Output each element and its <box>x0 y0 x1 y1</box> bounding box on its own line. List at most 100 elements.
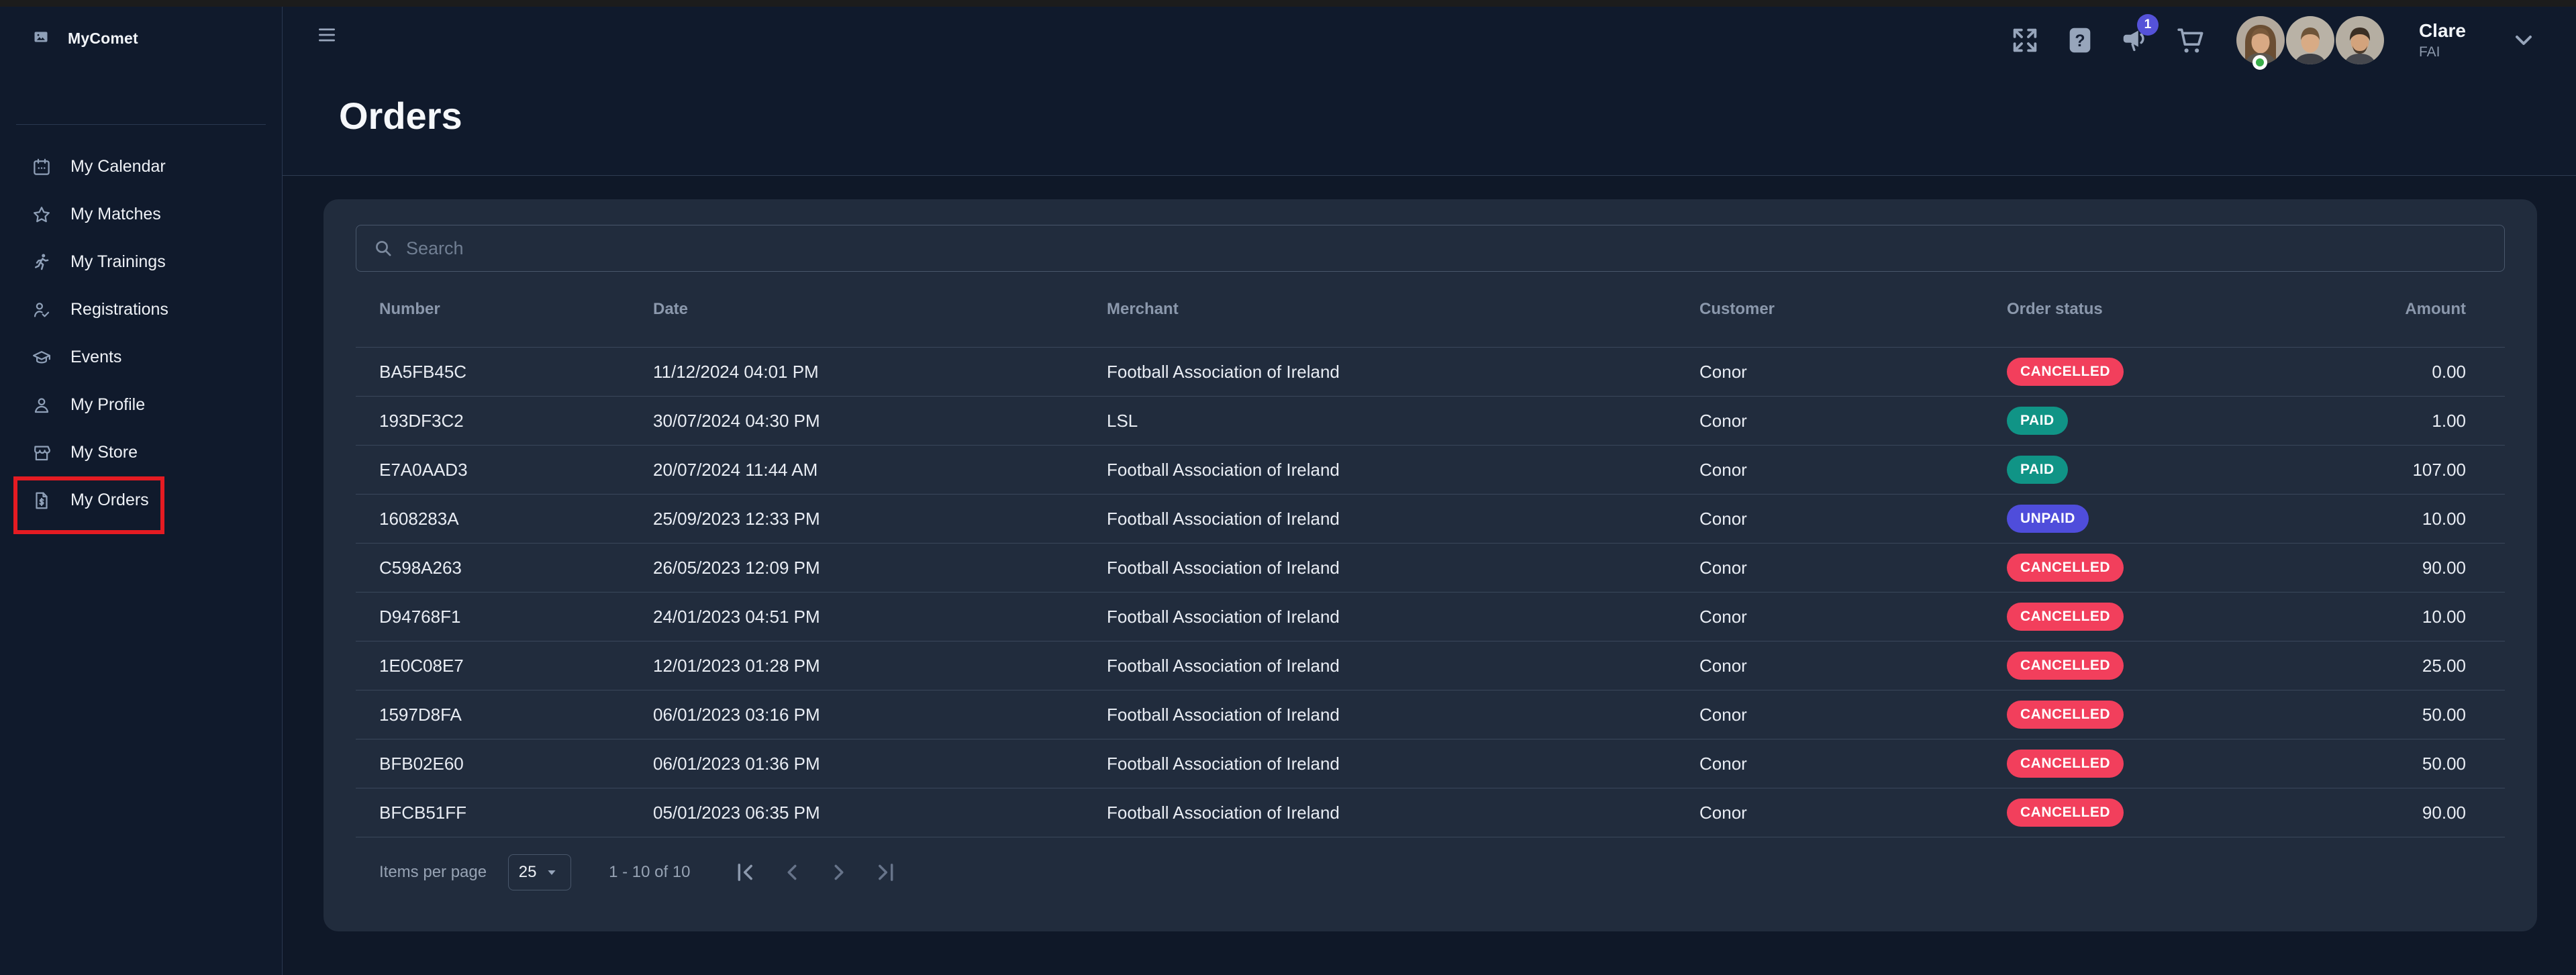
topbar: Orders 1 <box>283 7 2576 176</box>
order-status-badge: CANCELLED <box>2007 603 2124 631</box>
table-body: BA5FB45C 11/12/2024 04:01 PM Football As… <box>356 347 2505 837</box>
column-header: Merchant <box>1107 300 1699 319</box>
sidebar-item[interactable]: My Orders <box>0 476 282 524</box>
order-status-cell: CANCELLED <box>2007 652 2289 680</box>
sidebar-item[interactable]: My Store <box>0 429 282 476</box>
first-page-button[interactable] <box>732 860 758 885</box>
app-root: MyComet My Calendar My Matches My Traini… <box>0 7 2576 975</box>
user-menu-toggle[interactable] <box>2510 27 2537 54</box>
order-customer-cell: Conor <box>1699 656 2007 676</box>
table-row[interactable]: BFB02E60 06/01/2023 01:36 PM Football As… <box>356 739 2505 788</box>
order-merchant-cell: Football Association of Ireland <box>1107 362 1699 382</box>
table-row[interactable]: BFCB51FF 05/01/2023 06:35 PM Football As… <box>356 788 2505 837</box>
sidebar-item[interactable]: Registrations <box>0 286 282 333</box>
order-status-badge: CANCELLED <box>2007 652 2124 680</box>
order-number-cell: 1E0C08E7 <box>379 656 653 676</box>
order-customer-cell: Conor <box>1699 362 2007 382</box>
next-page-button[interactable] <box>826 860 852 885</box>
column-header: Amount <box>2289 300 2466 319</box>
order-date-cell: 06/01/2023 01:36 PM <box>653 754 1107 774</box>
previous-page-button[interactable] <box>779 860 805 885</box>
cart-button[interactable] <box>2175 25 2206 56</box>
table-row[interactable]: 193DF3C2 30/07/2024 04:30 PM LSL Conor P… <box>356 396 2505 445</box>
logo-image-icon <box>32 29 50 48</box>
app-logo[interactable]: MyComet <box>0 7 282 124</box>
pager-buttons <box>711 860 899 885</box>
sidebar-item[interactable]: My Calendar <box>0 143 282 191</box>
fullscreen-button[interactable] <box>2010 25 2040 56</box>
star-icon <box>32 205 52 225</box>
table-row[interactable]: BA5FB45C 11/12/2024 04:01 PM Football As… <box>356 347 2505 396</box>
help-button[interactable] <box>2065 25 2095 56</box>
order-amount-cell: 107.00 <box>2289 460 2466 480</box>
store-icon <box>32 443 52 463</box>
sidebar-item[interactable]: My Matches <box>0 191 282 238</box>
table-row[interactable]: D94768F1 24/01/2023 04:51 PM Football As… <box>356 592 2505 641</box>
announcements-button[interactable]: 1 <box>2120 25 2150 56</box>
order-date-cell: 30/07/2024 04:30 PM <box>653 411 1107 431</box>
table-row[interactable]: 1608283A 25/09/2023 12:33 PM Football As… <box>356 494 2505 543</box>
page-title: Orders <box>339 94 462 138</box>
table-row[interactable]: 1597D8FA 06/01/2023 03:16 PM Football As… <box>356 690 2505 739</box>
graduation-cap-icon <box>32 348 52 368</box>
order-merchant-cell: LSL <box>1107 411 1699 431</box>
order-customer-cell: Conor <box>1699 558 2007 578</box>
order-merchant-cell: Football Association of Ireland <box>1107 460 1699 480</box>
content-area: Orders 1 <box>283 7 2576 975</box>
calendar-icon <box>32 157 52 177</box>
order-date-cell: 06/01/2023 03:16 PM <box>653 705 1107 725</box>
order-number-cell: BFCB51FF <box>379 803 653 823</box>
order-amount-cell: 10.00 <box>2289 509 2466 529</box>
order-merchant-cell: Football Association of Ireland <box>1107 803 1699 823</box>
table-header-row: NumberDateMerchantCustomerOrder statusAm… <box>356 272 2505 347</box>
orders-card: NumberDateMerchantCustomerOrder statusAm… <box>324 199 2537 931</box>
order-status-cell: CANCELLED <box>2007 603 2289 631</box>
order-amount-cell: 50.00 <box>2289 754 2466 774</box>
order-date-cell: 26/05/2023 12:09 PM <box>653 558 1107 578</box>
order-merchant-cell: Football Association of Ireland <box>1107 754 1699 774</box>
help-icon <box>2065 25 2095 56</box>
order-customer-cell: Conor <box>1699 803 2007 823</box>
table-row[interactable]: C598A263 26/05/2023 12:09 PM Football As… <box>356 543 2505 592</box>
order-number-cell: 1608283A <box>379 509 653 529</box>
order-date-cell: 24/01/2023 04:51 PM <box>653 607 1107 627</box>
column-header: Order status <box>2007 300 2289 319</box>
sidebar-item-label: Registrations <box>70 300 168 319</box>
last-page-button[interactable] <box>873 860 899 885</box>
column-header: Number <box>379 300 653 319</box>
avatar[interactable] <box>2236 16 2285 64</box>
user-menu[interactable]: Clare FAI <box>2419 20 2466 60</box>
sidebar-item[interactable]: Events <box>0 333 282 381</box>
fullscreen-icon <box>2010 25 2040 56</box>
order-status-badge: CANCELLED <box>2007 554 2124 582</box>
order-number-cell: C598A263 <box>379 558 653 578</box>
previous-page-icon <box>779 860 805 885</box>
order-status-cell: CANCELLED <box>2007 554 2289 582</box>
sidebar-item[interactable]: My Trainings <box>0 238 282 286</box>
next-page-icon <box>826 860 852 885</box>
cart-icon <box>2175 25 2206 56</box>
order-merchant-cell: Football Association of Ireland <box>1107 656 1699 676</box>
order-number-cell: 193DF3C2 <box>379 411 653 431</box>
avatar[interactable] <box>2286 16 2334 64</box>
table-row[interactable]: 1E0C08E7 12/01/2023 01:28 PM Football As… <box>356 641 2505 690</box>
column-header: Customer <box>1699 300 2007 319</box>
caret-down-icon <box>543 864 560 881</box>
paginator: Items per page 25 1 - 10 of 10 <box>356 837 2505 931</box>
menu-toggle-button[interactable] <box>315 25 338 45</box>
notification-badge: 1 <box>2137 14 2159 36</box>
order-status-cell: PAID <box>2007 456 2289 484</box>
table-row[interactable]: E7A0AAD3 20/07/2024 11:44 AM Football As… <box>356 445 2505 494</box>
order-amount-cell: 25.00 <box>2289 656 2466 676</box>
avatar[interactable] <box>2336 16 2384 64</box>
first-page-icon <box>732 860 758 885</box>
order-customer-cell: Conor <box>1699 607 2007 627</box>
sidebar-item[interactable]: My Profile <box>0 381 282 429</box>
sidebar-divider <box>16 124 266 125</box>
order-merchant-cell: Football Association of Ireland <box>1107 607 1699 627</box>
items-per-page-select[interactable]: 25 <box>508 854 571 890</box>
order-number-cell: BFB02E60 <box>379 754 653 774</box>
order-merchant-cell: Football Association of Ireland <box>1107 509 1699 529</box>
search-input[interactable] <box>406 238 2488 259</box>
order-date-cell: 05/01/2023 06:35 PM <box>653 803 1107 823</box>
